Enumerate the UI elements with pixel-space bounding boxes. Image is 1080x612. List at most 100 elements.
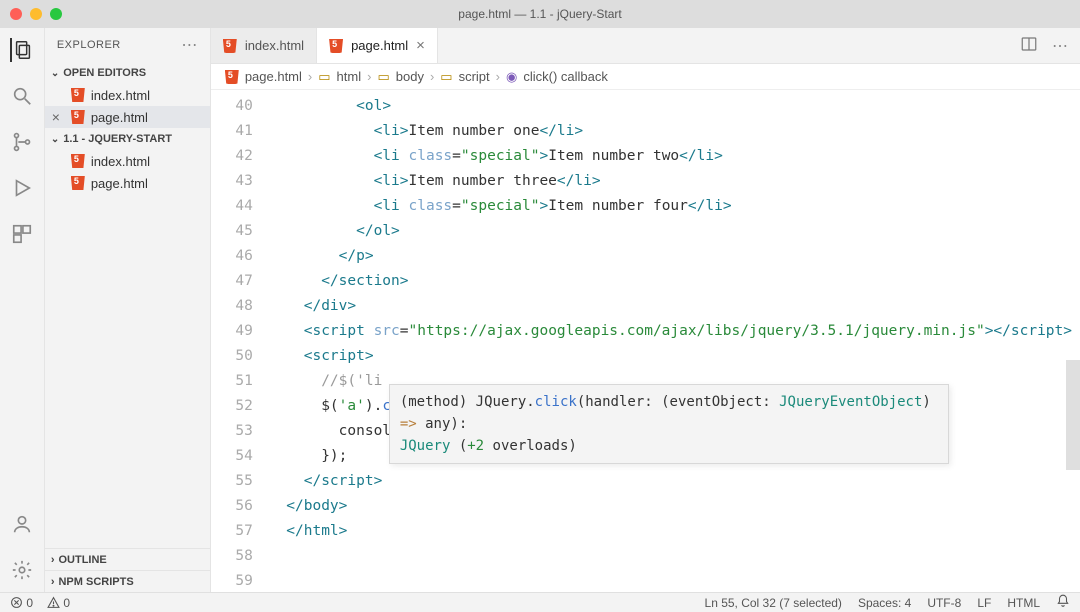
explorer-sidebar: EXPLORER ⋯ ⌄ OPEN EDITORS index.html × pag… [45, 28, 211, 592]
close-icon[interactable]: × [416, 37, 425, 54]
npm-scripts-header[interactable]: › NPM SCRIPTS [45, 570, 210, 592]
indent-selector[interactable]: Spaces: 4 [858, 596, 911, 610]
element-icon: ▭ [440, 69, 452, 85]
element-icon: ▭ [377, 69, 389, 85]
chevron-right-icon: › [496, 69, 500, 84]
chevron-right-icon: › [367, 69, 371, 84]
open-editor-item[interactable]: index.html [45, 84, 210, 106]
editor-region: index.html page.html × ⋯ page.html › ▭ htm… [211, 28, 1080, 592]
status-bar: 0 0 Ln 55, Col 32 (7 selected) Spaces: 4… [0, 592, 1080, 612]
code-line[interactable]: </div> [269, 294, 1072, 319]
code-line[interactable]: </body> [269, 494, 1072, 519]
editor-tab[interactable]: page.html × [317, 28, 438, 63]
code-editor[interactable]: 4041424344454647484950515253545556575859… [211, 90, 1080, 592]
html5-icon [71, 88, 85, 102]
line-number: 45 [211, 219, 253, 244]
folder-file-item[interactable]: index.html [45, 150, 210, 172]
window-titlebar: page.html — 1.1 - jQuery-Start [0, 0, 1080, 28]
warnings-indicator[interactable]: 0 [47, 596, 70, 610]
activity-bar [0, 28, 45, 592]
chevron-right-icon: › [51, 576, 55, 588]
line-number: 59 [211, 569, 253, 592]
notifications-bell-icon[interactable] [1056, 594, 1070, 611]
code-line[interactable]: </html> [269, 519, 1072, 544]
line-number: 54 [211, 444, 253, 469]
cursor-position[interactable]: Ln 55, Col 32 (7 selected) [705, 596, 842, 610]
window-title: page.html — 1.1 - jQuery-Start [0, 7, 1080, 21]
chevron-right-icon: › [430, 69, 434, 84]
line-number: 52 [211, 394, 253, 419]
line-number: 53 [211, 419, 253, 444]
file-name: index.html [91, 88, 150, 103]
line-number: 46 [211, 244, 253, 269]
line-number: 40 [211, 94, 253, 119]
code-line[interactable]: <li>Item number three</li> [269, 169, 1072, 194]
html5-icon [71, 176, 85, 190]
breadcrumb[interactable]: page.html › ▭ html › ▭ body › ▭ script ›… [211, 64, 1080, 90]
code-line[interactable]: <li class="special">Item number four</li… [269, 194, 1072, 219]
close-icon[interactable]: × [49, 109, 63, 125]
file-name: index.html [91, 154, 150, 169]
html5-icon [329, 39, 343, 53]
line-number: 57 [211, 519, 253, 544]
chevron-right-icon: › [308, 69, 312, 84]
open-editor-item[interactable]: × page.html [45, 106, 210, 128]
method-icon: ◉ [506, 69, 517, 85]
file-name: page.html [91, 176, 148, 191]
explorer-title: EXPLORER [57, 39, 121, 51]
code-line[interactable]: <ol> [269, 94, 1072, 119]
code-line[interactable]: </ol> [269, 219, 1072, 244]
language-mode[interactable]: HTML [1007, 596, 1040, 610]
folder-header[interactable]: ⌄ 1.1 - JQUERY-START [45, 128, 210, 150]
source-control-icon[interactable] [10, 130, 34, 154]
line-number: 49 [211, 319, 253, 344]
line-number: 51 [211, 369, 253, 394]
tab-label: page.html [351, 38, 408, 53]
folder-file-item[interactable]: page.html [45, 172, 210, 194]
accounts-icon[interactable] [10, 512, 34, 536]
line-number: 48 [211, 294, 253, 319]
line-number: 58 [211, 544, 253, 569]
line-number: 50 [211, 344, 253, 369]
explorer-icon[interactable] [10, 38, 34, 62]
scrollbar[interactable] [1066, 90, 1080, 592]
html5-icon [225, 70, 239, 84]
chevron-down-icon: ⌄ [51, 134, 59, 145]
line-number: 41 [211, 119, 253, 144]
outline-header[interactable]: › OUTLINE [45, 548, 210, 570]
extensions-icon[interactable] [10, 222, 34, 246]
html5-icon [223, 39, 237, 53]
open-editors-header[interactable]: ⌄ OPEN EDITORS [45, 62, 210, 84]
split-editor-icon[interactable] [1020, 35, 1038, 56]
scrollbar-thumb[interactable] [1066, 360, 1080, 470]
explorer-more-icon[interactable]: ⋯ [181, 35, 198, 55]
eol-selector[interactable]: LF [977, 596, 991, 610]
tab-label: index.html [245, 38, 304, 53]
chevron-right-icon: › [51, 554, 55, 566]
run-debug-icon[interactable] [10, 176, 34, 200]
code-line[interactable]: <li>Item number one</li> [269, 119, 1072, 144]
line-number: 55 [211, 469, 253, 494]
encoding-selector[interactable]: UTF-8 [927, 596, 961, 610]
code-line[interactable]: </section> [269, 269, 1072, 294]
editor-tab-bar: index.html page.html × ⋯ [211, 28, 1080, 64]
code-line[interactable]: <script src="https://ajax.googleapis.com… [269, 319, 1072, 344]
search-icon[interactable] [10, 84, 34, 108]
editor-tab[interactable]: index.html [211, 28, 317, 63]
line-number: 47 [211, 269, 253, 294]
code-line[interactable]: <li class="special">Item number two</li> [269, 144, 1072, 169]
chevron-down-icon: ⌄ [51, 68, 59, 79]
code-line[interactable]: </script> [269, 469, 1072, 494]
signature-help-tooltip: (method) JQuery.click(handler: (eventObj… [389, 384, 949, 464]
line-number: 42 [211, 144, 253, 169]
file-name: page.html [91, 110, 148, 125]
line-number: 44 [211, 194, 253, 219]
code-line[interactable]: <script> [269, 344, 1072, 369]
code-line[interactable]: </p> [269, 244, 1072, 269]
settings-gear-icon[interactable] [10, 558, 34, 582]
element-icon: ▭ [318, 69, 330, 85]
editor-more-icon[interactable]: ⋯ [1052, 36, 1068, 56]
html5-icon [71, 154, 85, 168]
html5-icon [71, 110, 85, 124]
errors-indicator[interactable]: 0 [10, 596, 33, 610]
